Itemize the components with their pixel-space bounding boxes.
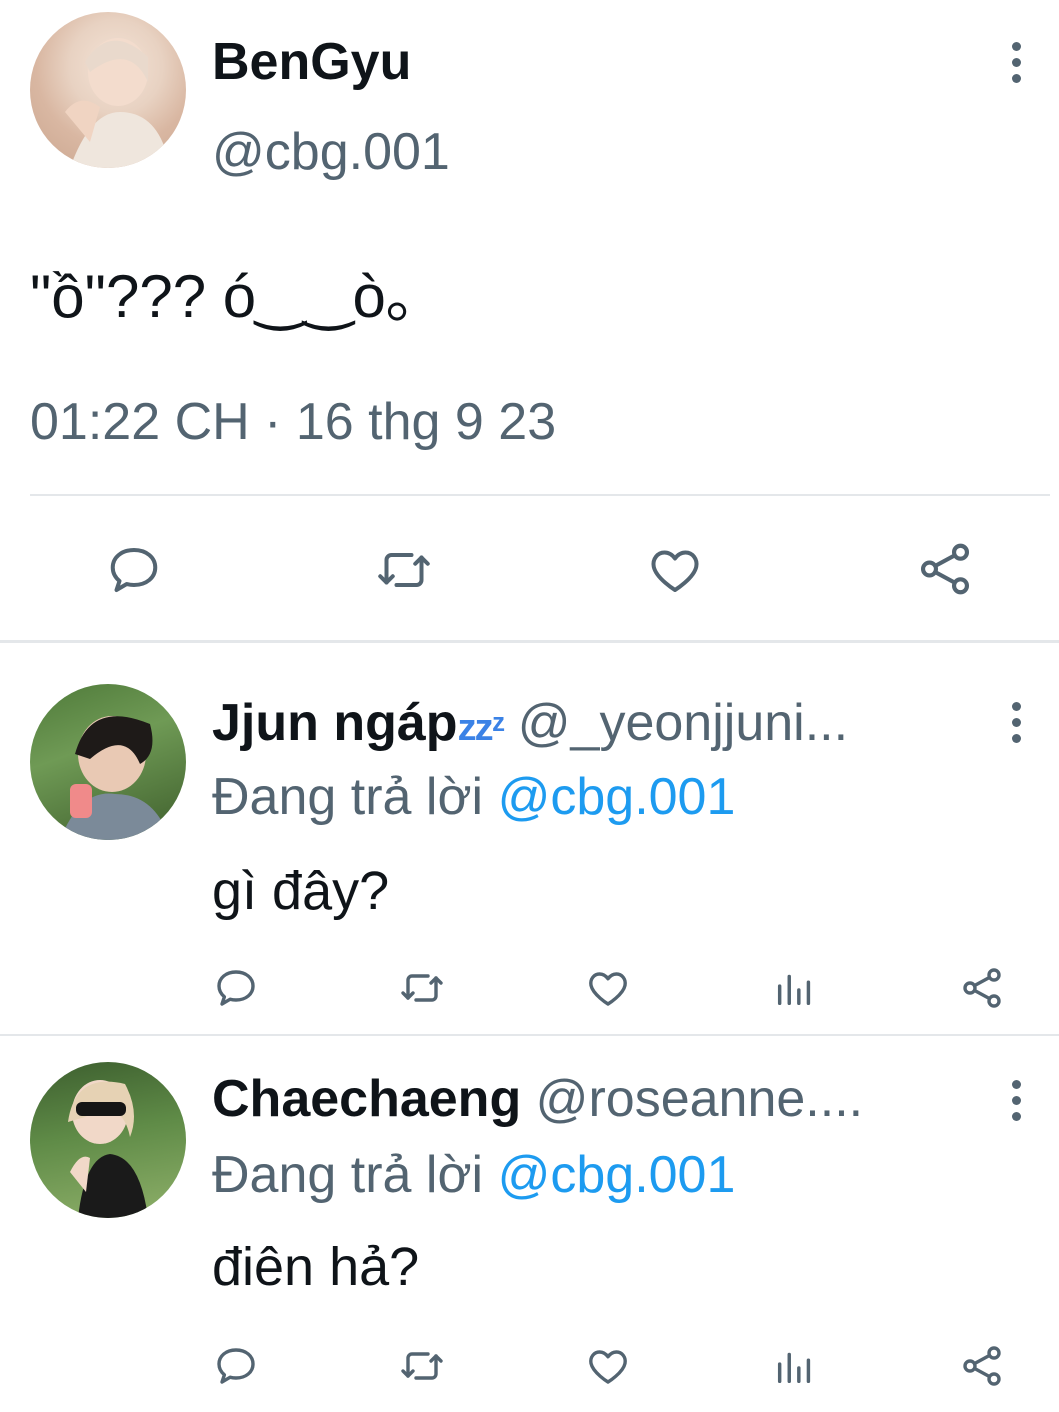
views-icon[interactable] [772,1342,818,1390]
reply-icon[interactable] [212,964,260,1012]
more-options-icon[interactable] [996,32,1036,92]
retweet-icon[interactable] [396,1342,448,1390]
section-divider [0,640,1059,643]
more-options-icon[interactable] [996,1070,1036,1130]
tweet-text: điên hả? [212,1237,420,1297]
timestamp: 01:22 CH · 16 thg 9 23 [30,393,557,451]
replying-to-handle[interactable]: @cbg.001 [498,768,736,826]
retweet-icon[interactable] [372,540,436,600]
retweet-icon[interactable] [396,964,448,1012]
reply-icon[interactable] [212,1342,260,1390]
sleep-zz-emoji: zzᶻ [457,707,506,749]
display-name[interactable]: Chaechaeng [212,1070,521,1128]
avatar[interactable] [30,12,186,168]
share-icon[interactable] [958,964,1006,1012]
section-divider [0,1034,1059,1036]
reply-icon[interactable] [104,540,164,600]
share-icon[interactable] [958,1342,1006,1390]
more-options-icon[interactable] [996,692,1036,752]
display-name[interactable]: Jjun ngáp [212,694,458,752]
like-icon[interactable] [584,1342,632,1390]
like-icon[interactable] [584,964,632,1012]
handle[interactable]: @roseanne.... [536,1070,863,1128]
replying-to-handle[interactable]: @cbg.001 [498,1146,736,1204]
handle[interactable]: @cbg.001 [212,122,450,182]
tweet-text: gì đây? [212,861,390,921]
tweet-text: "ồ"??? ó‿‿ò｡ [30,263,416,330]
divider [30,494,1050,496]
avatar[interactable] [30,684,186,840]
avatar[interactable] [30,1062,186,1218]
replying-to-label: Đang trả lời [212,1146,484,1204]
views-icon[interactable] [772,964,818,1012]
share-icon[interactable] [914,538,976,600]
handle[interactable]: @_yeonjjuni... [518,694,848,752]
replying-to-label: Đang trả lời [212,768,484,826]
like-icon[interactable] [645,540,705,600]
display-name[interactable]: BenGyu [212,32,411,92]
